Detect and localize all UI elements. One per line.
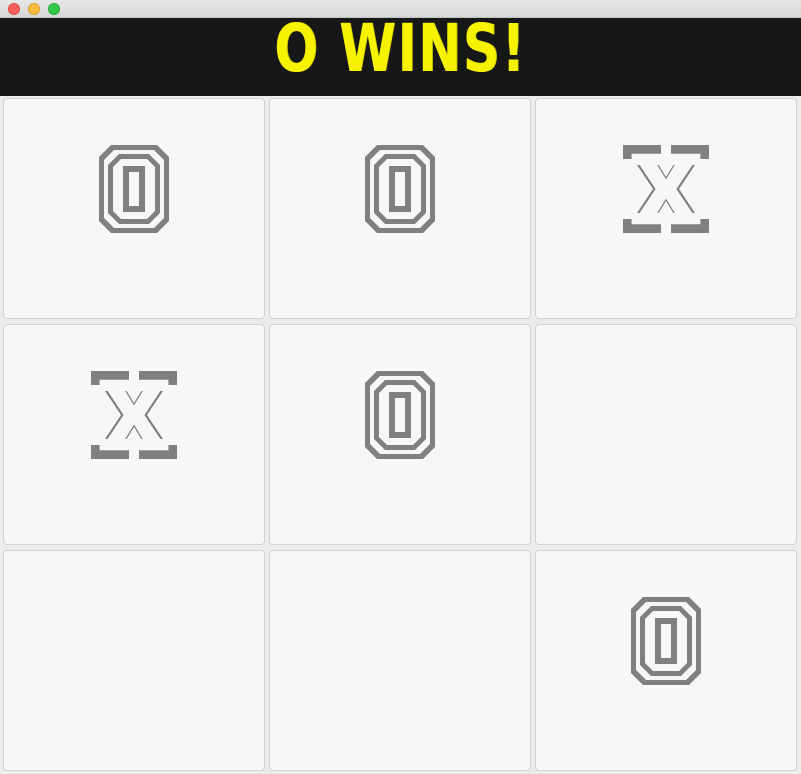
close-button[interactable] [8, 3, 20, 15]
board-cell-r1-c2[interactable] [269, 98, 531, 319]
x-mark-icon [621, 141, 711, 237]
board-cell-r3-c1[interactable] [3, 550, 265, 771]
board-cell-r3-c2[interactable] [269, 550, 531, 771]
game-board [3, 98, 799, 772]
o-mark-icon [89, 141, 179, 237]
o-mark-icon [355, 367, 445, 463]
board-cell-r3-c3[interactable] [535, 550, 797, 771]
zoom-button[interactable] [48, 3, 60, 15]
result-banner: O WINS! [0, 18, 801, 96]
board-cell-r2-c1[interactable] [3, 324, 265, 545]
winner-message: O WINS! [274, 18, 527, 87]
board-cell-r1-c1[interactable] [3, 98, 265, 319]
o-mark-icon [355, 141, 445, 237]
title-bar[interactable] [0, 0, 801, 18]
board-cell-r2-c2[interactable] [269, 324, 531, 545]
board-cell-r2-c3[interactable] [535, 324, 797, 545]
o-mark-icon [621, 593, 711, 689]
x-mark-icon [89, 367, 179, 463]
game-window: O WINS! [0, 0, 801, 774]
minimize-button[interactable] [28, 3, 40, 15]
board-cell-r1-c3[interactable] [535, 98, 797, 319]
